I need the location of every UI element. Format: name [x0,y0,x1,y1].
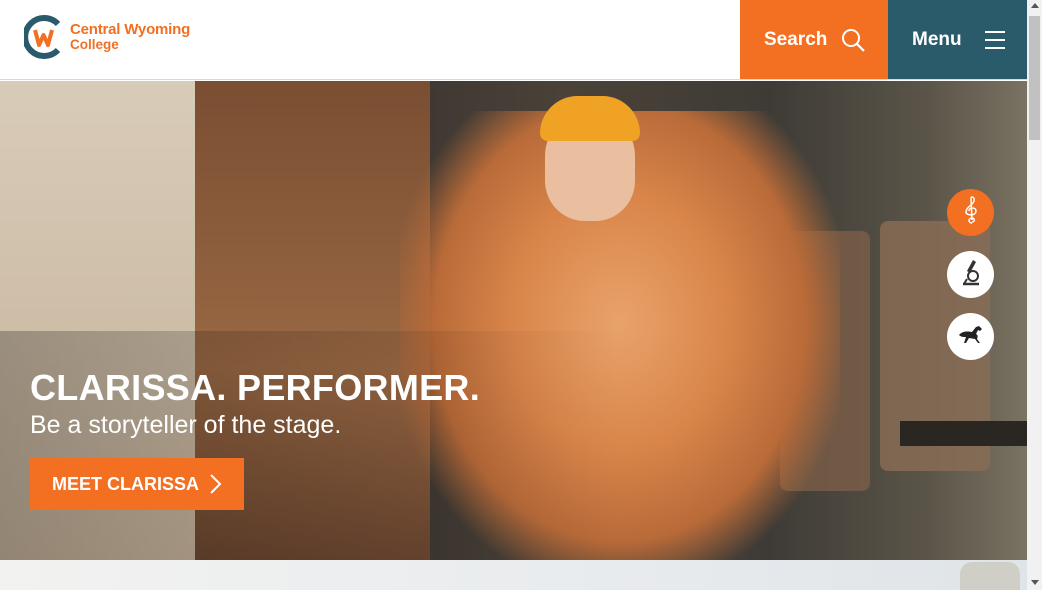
hamburger-icon [985,31,1005,49]
scroll-up-arrow-icon[interactable] [1031,3,1039,8]
side-nav-performer[interactable] [947,189,994,236]
menu-button[interactable]: Menu [888,0,1027,79]
scrollbar[interactable] [1027,0,1042,590]
treble-clef-icon [960,195,982,230]
site-header: Central Wyoming College Search Menu [0,0,1027,80]
hero-banner: CLARISSA. PERFORMER. Be a storyteller of… [0,81,1027,560]
hero-image-table [900,421,1027,446]
cta-label: MEET CLARISSA [52,473,200,494]
hero-text-shade [0,331,620,560]
hero-subtitle: Be a storyteller of the stage. [30,411,342,439]
scroll-down-arrow-icon[interactable] [1031,580,1039,585]
chevron-right-icon [208,473,222,500]
logo-line1: Central Wyoming [70,21,191,38]
search-icon [840,27,866,58]
next-section-image [0,560,1027,590]
search-button[interactable]: Search [740,0,888,79]
menu-label: Menu [912,28,962,50]
cwc-logo-icon [22,14,64,60]
hero-title: CLARISSA. PERFORMER. [30,367,481,408]
search-label: Search [764,28,828,50]
meet-clarissa-button[interactable]: MEET CLARISSA [30,458,244,510]
logo-line2: College [70,37,119,52]
scroll-thumb[interactable] [1029,16,1040,140]
logo[interactable]: Central Wyoming College [22,14,191,60]
hero-image-scarf [540,96,640,141]
microscope-icon [958,257,984,292]
side-nav-science[interactable] [947,251,994,298]
next-section-rock [960,562,1020,590]
horse-icon [956,323,986,350]
side-nav-equine[interactable] [947,313,994,360]
